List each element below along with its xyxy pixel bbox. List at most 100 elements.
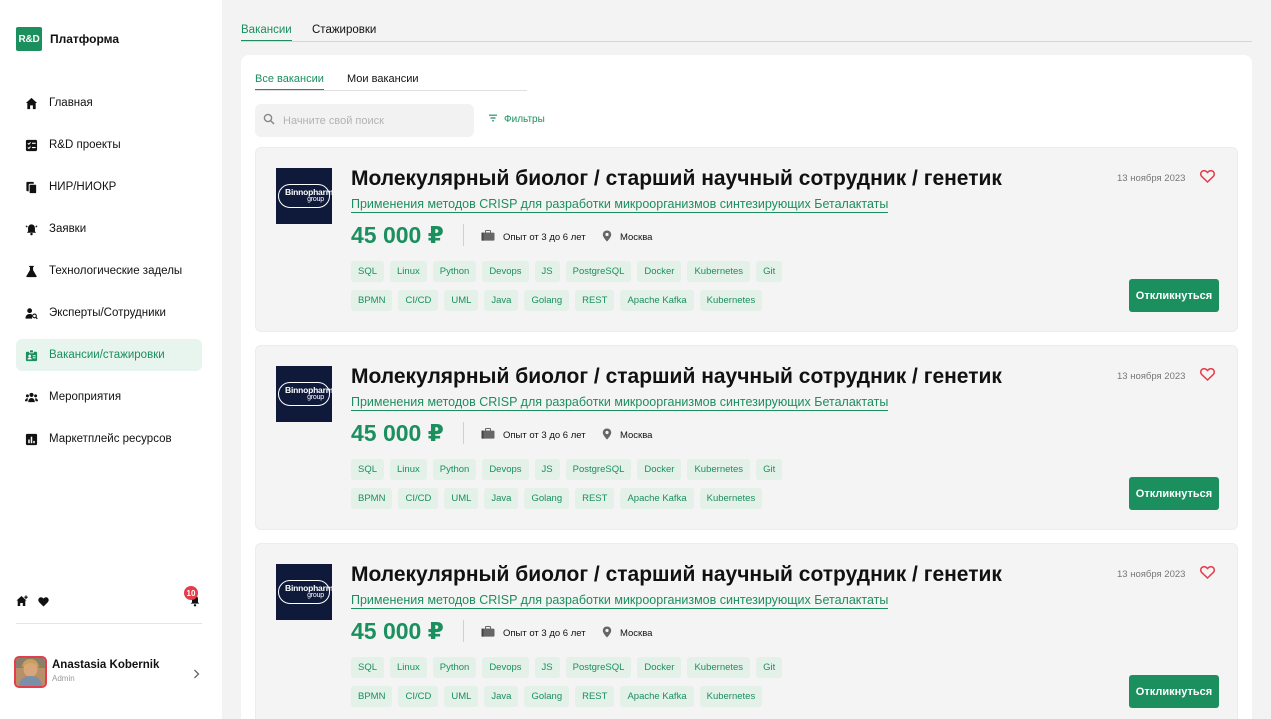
skill-tag[interactable]: PostgreSQL bbox=[565, 657, 632, 678]
skill-tag[interactable]: BPMN bbox=[351, 290, 393, 311]
skill-tag[interactable]: Golang bbox=[524, 290, 570, 311]
apply-button[interactable]: Откликнуться bbox=[1129, 675, 1219, 708]
skill-tag[interactable]: Python bbox=[432, 261, 477, 282]
skill-tag[interactable]: JS bbox=[534, 261, 560, 282]
skill-tag[interactable]: JS bbox=[534, 459, 560, 480]
flask-icon bbox=[25, 265, 38, 278]
skill-tag[interactable]: Kubernetes bbox=[699, 488, 763, 509]
skill-tag[interactable]: Java bbox=[484, 686, 519, 707]
sidebar-item-label: Мероприятия bbox=[49, 391, 122, 403]
tab-internships[interactable]: Стажировки bbox=[312, 24, 376, 40]
skill-tag[interactable]: Apache Kafka bbox=[620, 488, 694, 509]
skill-tag[interactable]: CI/CD bbox=[398, 290, 439, 311]
search-input[interactable] bbox=[283, 114, 453, 127]
vacancy-card[interactable]: Binnopharm group Молекулярный биолог / ст… bbox=[255, 543, 1238, 719]
skill-tag[interactable]: Java bbox=[484, 488, 519, 509]
skill-tag[interactable]: Golang bbox=[524, 686, 570, 707]
skill-tag[interactable]: Devops bbox=[482, 657, 529, 678]
skill-tag[interactable]: Apache Kafka bbox=[620, 290, 694, 311]
vacancy-salary: 45 000 ₽ bbox=[351, 222, 444, 248]
vacancy-location: Москва bbox=[602, 626, 652, 641]
skill-tag[interactable]: Linux bbox=[390, 657, 427, 678]
tab-all-vacancies[interactable]: Все вакансии bbox=[255, 73, 324, 90]
skill-tag[interactable]: BPMN bbox=[351, 686, 393, 707]
vacancy-date: 13 ноября 2023 bbox=[1117, 371, 1186, 382]
skill-tag[interactable]: Python bbox=[432, 657, 477, 678]
skill-tag[interactable]: Linux bbox=[390, 459, 427, 480]
favorite-heart-icon[interactable] bbox=[1199, 565, 1216, 584]
sidebar-item-nir-niokr[interactable]: НИР/НИОКР bbox=[16, 171, 202, 203]
skill-tag[interactable]: Docker bbox=[637, 657, 682, 678]
brand-name: Платформа bbox=[50, 32, 120, 46]
skill-tags-row: BPMN CI/CD UML Java Golang REST Apache K… bbox=[351, 290, 763, 311]
favorite-heart-icon[interactable] bbox=[1199, 169, 1216, 188]
skill-tag[interactable]: SQL bbox=[351, 261, 385, 282]
vacancy-location: Москва bbox=[602, 230, 652, 245]
skill-tag[interactable]: Kubernetes bbox=[699, 686, 763, 707]
tab-vacancies[interactable]: Вакансии bbox=[241, 24, 292, 41]
skill-tag[interactable]: Docker bbox=[637, 261, 682, 282]
sidebar-item-tech-reserves[interactable]: Технологические заделы bbox=[16, 255, 202, 287]
sidebar-item-label: Главная bbox=[49, 97, 93, 109]
skill-tag[interactable]: Git bbox=[756, 459, 783, 480]
tab-my-vacancies[interactable]: Мои вакансии bbox=[347, 73, 418, 89]
vacancy-card[interactable]: Binnopharm group Молекулярный биолог / ст… bbox=[255, 345, 1238, 530]
skill-tag[interactable]: Kubernetes bbox=[687, 657, 751, 678]
skill-tag[interactable]: Apache Kafka bbox=[620, 686, 694, 707]
skill-tag[interactable]: SQL bbox=[351, 657, 385, 678]
apply-button[interactable]: Откликнуться bbox=[1129, 477, 1219, 510]
vacancy-title[interactable]: Молекулярный биолог / старший научный со… bbox=[351, 563, 1002, 587]
skill-tag[interactable]: Git bbox=[756, 261, 783, 282]
user-profile[interactable]: Anastasia Kobernik Admin bbox=[14, 656, 204, 688]
vacancy-title[interactable]: Молекулярный биолог / старший научный со… bbox=[351, 365, 1002, 389]
home-plus-icon[interactable] bbox=[16, 594, 29, 612]
skill-tag[interactable]: REST bbox=[575, 686, 615, 707]
sub-tabs: Все вакансии Мои вакансии bbox=[255, 72, 527, 91]
skill-tags-row: BPMN CI/CD UML Java Golang REST Apache K… bbox=[351, 686, 763, 707]
vacancy-project-link[interactable]: Применения методов CRISP для разработки … bbox=[351, 197, 889, 213]
vacancy-date: 13 ноября 2023 bbox=[1117, 569, 1186, 580]
sidebar-item-rd-projects[interactable]: R&D проекты bbox=[16, 129, 202, 161]
sidebar: R&D Платформа Главная R&D проекты НИР/НИ… bbox=[0, 0, 222, 719]
vacancy-title[interactable]: Молекулярный биолог / старший научный со… bbox=[351, 167, 1002, 191]
skill-tag[interactable]: Devops bbox=[482, 261, 529, 282]
skill-tag[interactable]: UML bbox=[444, 290, 479, 311]
filters-button[interactable]: Фильтры bbox=[488, 114, 545, 125]
vacancy-card[interactable]: Binnopharm group Молекулярный биолог / ст… bbox=[255, 147, 1238, 332]
sidebar-item-events[interactable]: Мероприятия bbox=[16, 381, 202, 413]
skill-tag[interactable]: Git bbox=[756, 657, 783, 678]
skill-tag[interactable]: SQL bbox=[351, 459, 385, 480]
sidebar-item-marketplace[interactable]: Маркетплейс ресурсов bbox=[16, 423, 202, 455]
skill-tag[interactable]: CI/CD bbox=[398, 488, 439, 509]
skill-tag[interactable]: Docker bbox=[637, 459, 682, 480]
skill-tag[interactable]: Kubernetes bbox=[699, 290, 763, 311]
skill-tag[interactable]: REST bbox=[575, 290, 615, 311]
skill-tag[interactable]: BPMN bbox=[351, 488, 393, 509]
sidebar-item-home[interactable]: Главная bbox=[16, 87, 202, 119]
vacancy-project-link[interactable]: Применения методов CRISP для разработки … bbox=[351, 395, 889, 411]
skill-tag[interactable]: JS bbox=[534, 657, 560, 678]
skill-tag[interactable]: Devops bbox=[482, 459, 529, 480]
vacancy-experience: Опыт от 3 до 6 лет bbox=[481, 428, 586, 442]
skill-tag[interactable]: Kubernetes bbox=[687, 261, 751, 282]
skill-tag[interactable]: UML bbox=[444, 686, 479, 707]
skill-tag[interactable]: PostgreSQL bbox=[565, 261, 632, 282]
chevron-right-icon[interactable] bbox=[193, 666, 200, 684]
apply-button[interactable]: Откликнуться bbox=[1129, 279, 1219, 312]
vacancy-project-link[interactable]: Применения методов CRISP для разработки … bbox=[351, 593, 889, 609]
skill-tag[interactable]: Golang bbox=[524, 488, 570, 509]
skill-tag[interactable]: Python bbox=[432, 459, 477, 480]
skill-tag[interactable]: Linux bbox=[390, 261, 427, 282]
sidebar-item-requests[interactable]: Заявки bbox=[16, 213, 202, 245]
favorite-heart-icon[interactable] bbox=[1199, 367, 1216, 386]
skill-tag[interactable]: REST bbox=[575, 488, 615, 509]
skill-tag[interactable]: UML bbox=[444, 488, 479, 509]
skill-tag[interactable]: CI/CD bbox=[398, 686, 439, 707]
heart-icon[interactable] bbox=[38, 594, 49, 612]
sidebar-item-experts[interactable]: Эксперты/Сотрудники bbox=[16, 297, 202, 329]
skill-tag[interactable]: Kubernetes bbox=[687, 459, 751, 480]
brand[interactable]: R&D Платформа bbox=[16, 27, 119, 51]
skill-tag[interactable]: Java bbox=[484, 290, 519, 311]
sidebar-item-vacancies[interactable]: Вакансии/стажировки bbox=[16, 339, 202, 371]
skill-tag[interactable]: PostgreSQL bbox=[565, 459, 632, 480]
